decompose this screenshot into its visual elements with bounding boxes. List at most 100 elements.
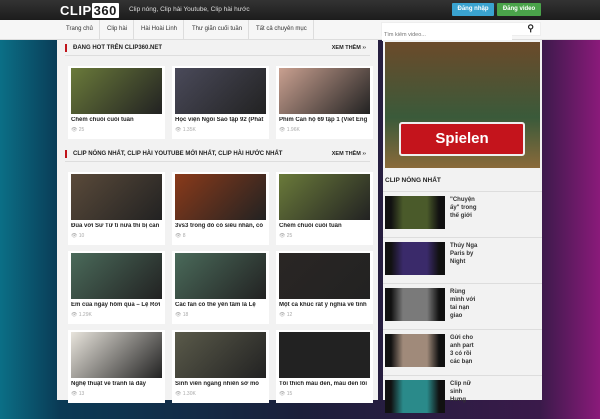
- view-count: 👁 1.96K: [279, 127, 300, 133]
- video-title[interactable]: Nghệ thuật vẽ tranh là đây: [71, 381, 163, 387]
- logo-number: 360: [91, 3, 119, 18]
- sidebar-video-item[interactable]: Rùng mình với tai nạn giao: [383, 283, 542, 327]
- video-thumbnail[interactable]: [385, 196, 445, 229]
- eye-icon: 👁: [71, 233, 78, 239]
- sidebar-video-item[interactable]: Clip nữ sinh Hưng: [383, 375, 542, 419]
- view-count: 👁 10: [71, 233, 84, 239]
- video-card[interactable]: Tôi thích màu đen, màu đen lôi 👁 15: [276, 330, 373, 403]
- view-count: 👁 1.30K: [175, 391, 196, 397]
- video-card[interactable]: 3vs3 trong đó có siêu nhân, có 👁 8: [172, 172, 269, 245]
- video-title[interactable]: Học viện Ngôi Sao tập 92 (Phát: [175, 117, 267, 123]
- eye-icon: 👁: [71, 391, 78, 397]
- tagline: Clip nóng, Clip hài Youtube, Clip hài hư…: [129, 6, 250, 13]
- video-title[interactable]: Clip nữ sinh Hưng: [450, 380, 478, 416]
- nav-thu-gian[interactable]: Thư giãn cuối tuần: [186, 20, 250, 39]
- sidebar-video-item[interactable]: Gửi cho anh part 3 có rồi các bạn: [383, 329, 542, 373]
- video-title[interactable]: Rùng mình với tai nạn giao: [450, 288, 478, 324]
- video-thumbnail[interactable]: [71, 174, 162, 220]
- video-card[interactable]: Chém chuối cuối tuần 👁 25: [68, 66, 165, 139]
- video-card[interactable]: Em của ngày hôm qua – Lệ Rơi 👁 1.29K: [68, 251, 165, 324]
- eye-icon: 👁: [175, 127, 182, 133]
- views-value: 12: [286, 312, 293, 318]
- eye-icon: 👁: [71, 127, 78, 133]
- video-thumbnail[interactable]: [385, 380, 445, 413]
- sidebar-video-item[interactable]: Thúy Nga Paris by Night: [383, 237, 542, 281]
- views-value: 18: [182, 312, 189, 318]
- video-thumbnail[interactable]: [175, 68, 266, 114]
- video-card[interactable]: Một ca khúc rất ý nghĩa về tình 👁 12: [276, 251, 373, 324]
- video-card[interactable]: Học viện Ngôi Sao tập 92 (Phát 👁 1.35K: [172, 66, 269, 139]
- eye-icon: 👁: [279, 391, 286, 397]
- video-thumbnail[interactable]: [279, 174, 370, 220]
- view-count: 👁 8: [175, 233, 186, 239]
- ad-play-button[interactable]: Spielen: [399, 122, 525, 156]
- top-header: CLIP 360 Clip nóng, Clip hài Youtube, Cli…: [0, 0, 600, 20]
- nav-clip-hai[interactable]: Clip hài: [101, 20, 135, 39]
- sidebar-title: CLIP NÓNG NHẤT: [385, 177, 441, 184]
- logo[interactable]: CLIP 360: [60, 3, 119, 18]
- video-thumbnail[interactable]: [385, 288, 445, 321]
- logo-text: CLIP: [60, 3, 92, 18]
- views-value: 1.96K: [286, 127, 300, 133]
- video-thumbnail[interactable]: [279, 68, 370, 114]
- video-title[interactable]: Sinh viên ngang nhiên sờ mó: [175, 381, 267, 387]
- eye-icon: 👁: [279, 233, 286, 239]
- eye-icon: 👁: [175, 312, 182, 318]
- video-title[interactable]: "Chuyện ấy" trong thế giới: [450, 196, 478, 232]
- video-thumbnail[interactable]: [385, 334, 445, 367]
- views-value: 8: [182, 233, 186, 239]
- video-title[interactable]: Phim Căn hộ 69 tập 1 (Viet Eng: [279, 117, 371, 123]
- eye-icon: 👁: [175, 391, 182, 397]
- view-count: 👁 18: [175, 312, 188, 318]
- video-title[interactable]: Chém chuối cuối tuần: [279, 223, 371, 229]
- video-thumbnail[interactable]: [385, 242, 445, 275]
- nav-hoai-linh[interactable]: Hài Hoài Linh: [135, 20, 185, 39]
- video-thumbnail[interactable]: [175, 332, 266, 378]
- video-thumbnail[interactable]: [71, 332, 162, 378]
- eye-icon: 👁: [279, 312, 286, 318]
- video-thumbnail[interactable]: [175, 174, 266, 220]
- video-card[interactable]: Đùa với Sư Tử ti nữa thì bị cắn 👁 10: [68, 172, 165, 245]
- nav-all-categories[interactable]: Tất cả chuyên mục: [250, 20, 314, 39]
- upload-button[interactable]: Đăng video: [497, 3, 541, 16]
- video-title[interactable]: Các fan có thể yên tâm là Lệ: [175, 302, 267, 308]
- video-card[interactable]: Sinh viên ngang nhiên sờ mó 👁 1.30K: [172, 330, 269, 403]
- views-value: 15: [286, 391, 293, 397]
- video-title[interactable]: Thúy Nga Paris by Night: [450, 242, 478, 278]
- video-title[interactable]: Tôi thích màu đen, màu đen lôi: [279, 381, 371, 387]
- video-title[interactable]: Gửi cho anh part 3 có rồi các bạn: [450, 334, 478, 370]
- video-title[interactable]: 3vs3 trong đó có siêu nhân, có: [175, 223, 267, 229]
- nav-home[interactable]: Trang chủ: [60, 20, 100, 39]
- views-value: 25: [78, 127, 85, 133]
- view-count: 👁 12: [279, 312, 292, 318]
- see-more-link[interactable]: XEM THÊM ››: [332, 42, 366, 54]
- see-more-link[interactable]: XEM THÊM ››: [332, 148, 366, 160]
- section-title: CLIP NÓNG NHẤT, CLIP HÀI YOUTUBE MỚI NHẤ…: [73, 151, 283, 157]
- sidebar-video-item[interactable]: "Chuyện ấy" trong thế giới: [383, 191, 542, 235]
- video-card[interactable]: Phim Căn hộ 69 tập 1 (Viet Eng 👁 1.96K: [276, 66, 373, 139]
- video-title[interactable]: Em của ngày hôm qua – Lệ Rơi: [71, 302, 163, 308]
- search-icon[interactable]: ⚲: [527, 23, 534, 34]
- eye-icon: 👁: [175, 233, 182, 239]
- video-thumbnail[interactable]: [279, 253, 370, 299]
- video-title[interactable]: Một ca khúc rất ý nghĩa về tình: [279, 302, 371, 308]
- eye-icon: 👁: [71, 312, 78, 318]
- view-count: 👁 15: [279, 391, 292, 397]
- video-thumbnail[interactable]: [175, 253, 266, 299]
- video-card[interactable]: Nghệ thuật vẽ tranh là đây 👁 13: [68, 330, 165, 403]
- sidebar: Spielen CLIP NÓNG NHẤT "Chuyện ấy" trong…: [383, 40, 542, 413]
- views-value: 13: [78, 391, 85, 397]
- video-thumbnail[interactable]: [279, 332, 370, 378]
- view-count: 👁 1.29K: [71, 312, 92, 318]
- video-title[interactable]: Chém chuối cuối tuần: [71, 117, 163, 123]
- video-card[interactable]: Các fan có thể yên tâm là Lệ 👁 18: [172, 251, 269, 324]
- video-title[interactable]: Đùa với Sư Tử ti nữa thì bị cắn: [71, 223, 163, 229]
- login-button[interactable]: Đăng nhập: [452, 3, 494, 16]
- video-card[interactable]: Chém chuối cuối tuần 👁 25: [276, 172, 373, 245]
- ad-banner[interactable]: Spielen: [385, 42, 540, 168]
- eye-icon: 👁: [279, 127, 286, 133]
- view-count: 👁 13: [71, 391, 84, 397]
- video-thumbnail[interactable]: [71, 253, 162, 299]
- video-thumbnail[interactable]: [71, 68, 162, 114]
- view-count: 👁 25: [71, 127, 84, 133]
